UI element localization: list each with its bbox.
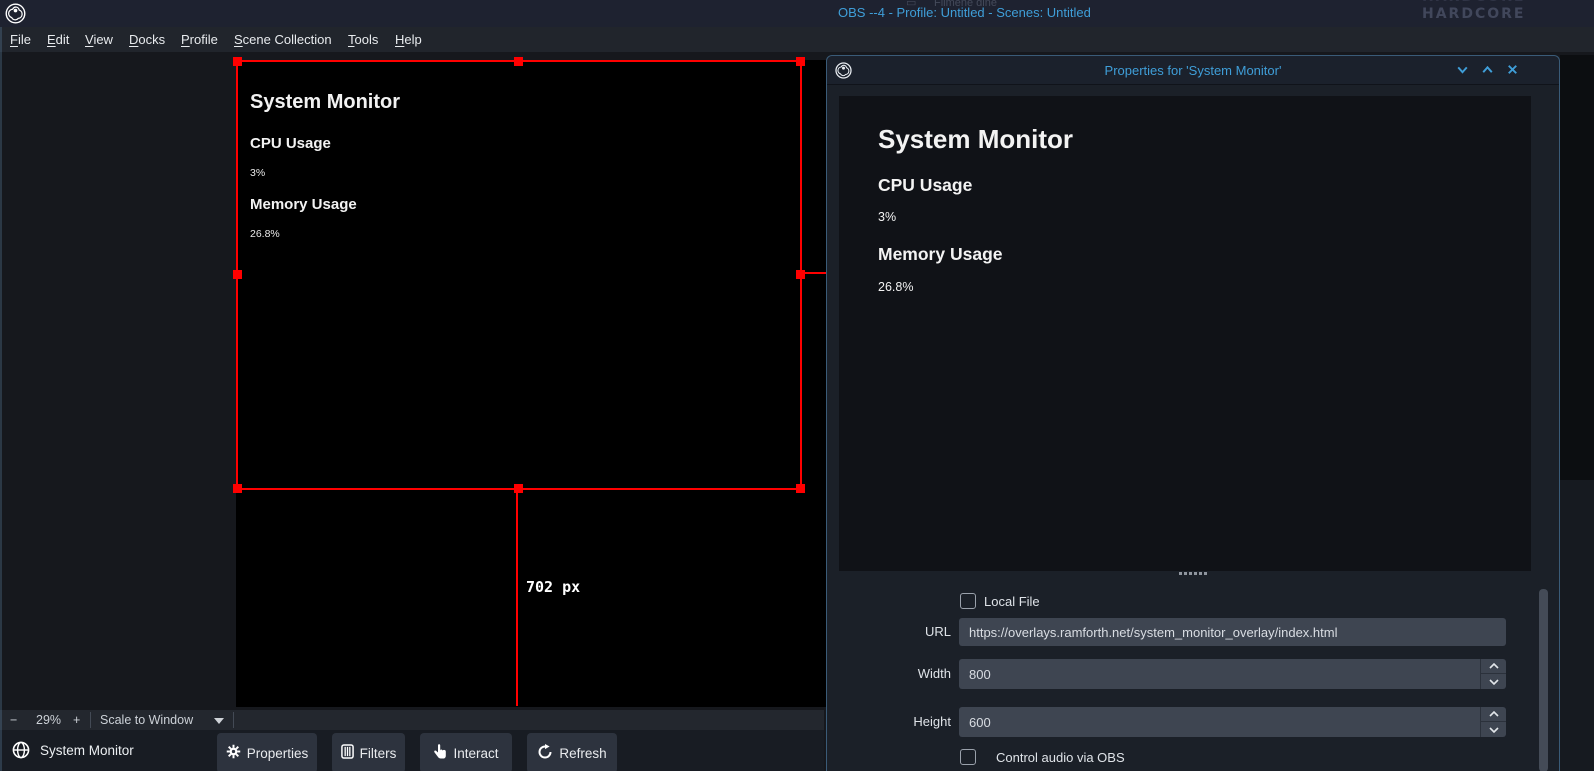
width-decrement-button[interactable] — [1481, 674, 1506, 689]
menu-profile[interactable]: Profile — [181, 27, 218, 52]
overlay-mem-value: 26.8% — [250, 228, 280, 240]
resize-handle-bottom-left[interactable] — [233, 484, 242, 493]
guide-distance-label: 702 px — [526, 578, 580, 596]
preview-cpu-label: CPU Usage — [878, 175, 972, 196]
properties-dialog-title: Properties for 'System Monitor' — [827, 56, 1559, 85]
overlay-cpu-value: 3% — [250, 167, 265, 179]
preview-title: System Monitor — [878, 124, 1073, 155]
height-decrement-button[interactable] — [1481, 722, 1506, 737]
height-label: Height — [847, 707, 951, 737]
close-icon[interactable] — [1504, 62, 1521, 79]
overlay-title: System Monitor — [250, 91, 400, 114]
refresh-icon — [537, 744, 553, 763]
menu-view[interactable]: View — [85, 27, 113, 52]
desktop-watermark-top: HARDCORE — [1422, 0, 1525, 5]
source-toolbar: System Monitor Properties Filters Intera… — [0, 730, 824, 771]
pointer-hand-icon — [433, 744, 447, 763]
background-strip — [1560, 480, 1594, 771]
interact-button[interactable]: Interact — [420, 733, 512, 771]
menu-docks[interactable]: Docks — [129, 27, 165, 52]
refresh-button[interactable]: Refresh — [527, 733, 617, 771]
filters-icon — [341, 744, 354, 762]
source-selection-box[interactable]: System Monitor CPU Usage 3% Memory Usage… — [236, 60, 802, 490]
desktop-watermark: HARDCORE — [1422, 6, 1525, 22]
snap-guide-vertical — [516, 490, 518, 706]
local-file-checkbox[interactable] — [960, 593, 976, 609]
menu-edit[interactable]: Edit — [47, 27, 69, 52]
resize-handle-bottom-right[interactable] — [796, 484, 805, 493]
selected-source-name: System Monitor — [40, 730, 134, 771]
overlay-cpu-label: CPU Usage — [250, 135, 331, 152]
zoom-controls-bar: − 29% + Scale to Window — [0, 710, 824, 730]
filters-button[interactable]: Filters — [332, 733, 405, 771]
preview-cpu-value: 3% — [878, 210, 896, 224]
separator — [90, 712, 91, 728]
gear-icon — [226, 744, 241, 762]
splitter-handle[interactable] — [827, 572, 1559, 575]
preview-mem-label: Memory Usage — [878, 244, 1003, 265]
background-strip — [1560, 55, 1594, 480]
resize-handle-top-center[interactable] — [514, 57, 523, 66]
scale-mode-dropdown[interactable]: Scale to Window — [100, 710, 193, 730]
menu-help[interactable]: Help — [395, 27, 422, 52]
height-input[interactable] — [959, 707, 1480, 737]
title-bar: ▭ Filmene dine OBS --4 - Profile: Untitl… — [0, 0, 1594, 27]
source-preview: System Monitor CPU Usage 3% Memory Usage… — [839, 96, 1531, 571]
properties-dialog-header: Properties for 'System Monitor' — [827, 56, 1559, 85]
properties-dialog: Properties for 'System Monitor' System M… — [826, 55, 1560, 771]
obs-logo-icon — [5, 3, 26, 29]
width-spinbox — [959, 659, 1506, 689]
height-increment-button[interactable] — [1481, 707, 1506, 722]
chevron-down-icon[interactable] — [1454, 62, 1471, 79]
width-input[interactable] — [959, 659, 1480, 689]
width-label: Width — [847, 659, 951, 689]
height-spin-buttons — [1480, 707, 1506, 737]
browser-source-icon — [12, 741, 30, 764]
chevron-up-icon[interactable] — [1479, 62, 1496, 79]
url-label: URL — [847, 618, 951, 646]
window-title: OBS --4 - Profile: Untitled - Scenes: Un… — [838, 5, 1091, 20]
local-file-label: Local File — [984, 593, 1040, 609]
menu-bar: File Edit View Docks Profile Scene Colle… — [0, 27, 1594, 52]
resize-handle-top-right[interactable] — [796, 57, 805, 66]
overlay-mem-label: Memory Usage — [250, 196, 357, 213]
control-audio-checkbox[interactable] — [960, 749, 976, 765]
menu-scene-collection[interactable]: Scene Collection — [234, 27, 332, 52]
resize-handle-mid-left[interactable] — [233, 270, 242, 279]
zoom-in-button[interactable]: + — [73, 710, 80, 730]
snap-guide-horizontal — [802, 272, 826, 274]
width-spin-buttons — [1480, 659, 1506, 689]
zoom-out-button[interactable]: − — [10, 710, 17, 730]
separator — [233, 712, 234, 728]
height-spinbox — [959, 707, 1506, 737]
resize-handle-top-left[interactable] — [233, 57, 242, 66]
control-audio-label: Control audio via OBS — [996, 749, 1125, 765]
url-input[interactable] — [959, 618, 1506, 646]
menu-tools[interactable]: Tools — [348, 27, 378, 52]
menu-file[interactable]: File — [10, 27, 31, 52]
window-edge-highlight — [0, 27, 2, 771]
obs-window: ▭ Filmene dine OBS --4 - Profile: Untitl… — [0, 0, 1594, 771]
dropdown-caret-icon[interactable] — [214, 718, 224, 724]
width-increment-button[interactable] — [1481, 659, 1506, 674]
zoom-level: 29% — [36, 710, 61, 730]
properties-button[interactable]: Properties — [217, 733, 317, 771]
scrollbar-thumb[interactable] — [1539, 589, 1548, 771]
preview-mem-value: 26.8% — [878, 280, 913, 294]
